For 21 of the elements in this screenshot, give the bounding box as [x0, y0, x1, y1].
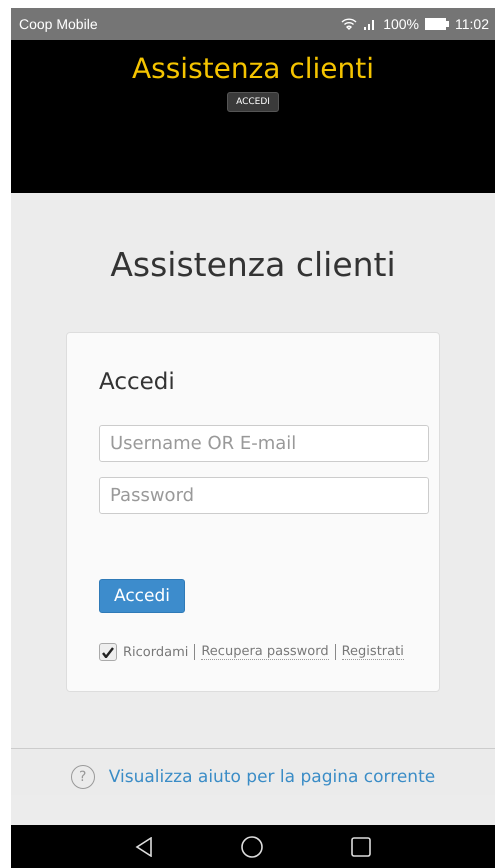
username-field[interactable]: Username OR E-mail — [99, 425, 429, 462]
account-link[interactable]: Registrati — [342, 644, 404, 660]
page-title: Assistenza clienti — [110, 245, 396, 284]
login-button[interactable]: ACCEDI — [227, 92, 279, 112]
home-icon[interactable] — [241, 836, 263, 858]
password-field[interactable]: Password — [99, 477, 429, 514]
site-title: Assistenza clienti — [132, 52, 374, 86]
remember-checkbox[interactable] — [99, 643, 117, 661]
submit-button[interactable]: Accedi — [99, 579, 185, 613]
card-title: Accedi — [99, 369, 176, 395]
battery-icon — [425, 18, 449, 30]
account-link[interactable]: Recupera password — [201, 644, 329, 660]
wifi-icon — [341, 17, 358, 31]
clock-time: 11:02 — [455, 16, 489, 32]
remember-label: Ricordami — [123, 644, 188, 660]
battery-percentage: 100% — [383, 16, 419, 32]
back-icon[interactable] — [135, 836, 153, 856]
carrier-name: Coop Mobile — [19, 16, 98, 32]
recents-icon[interactable] — [351, 836, 371, 856]
help-link[interactable]: Visualizza aiuto per la pagina corrente — [108, 767, 436, 787]
help-icon: ? — [70, 765, 95, 789]
